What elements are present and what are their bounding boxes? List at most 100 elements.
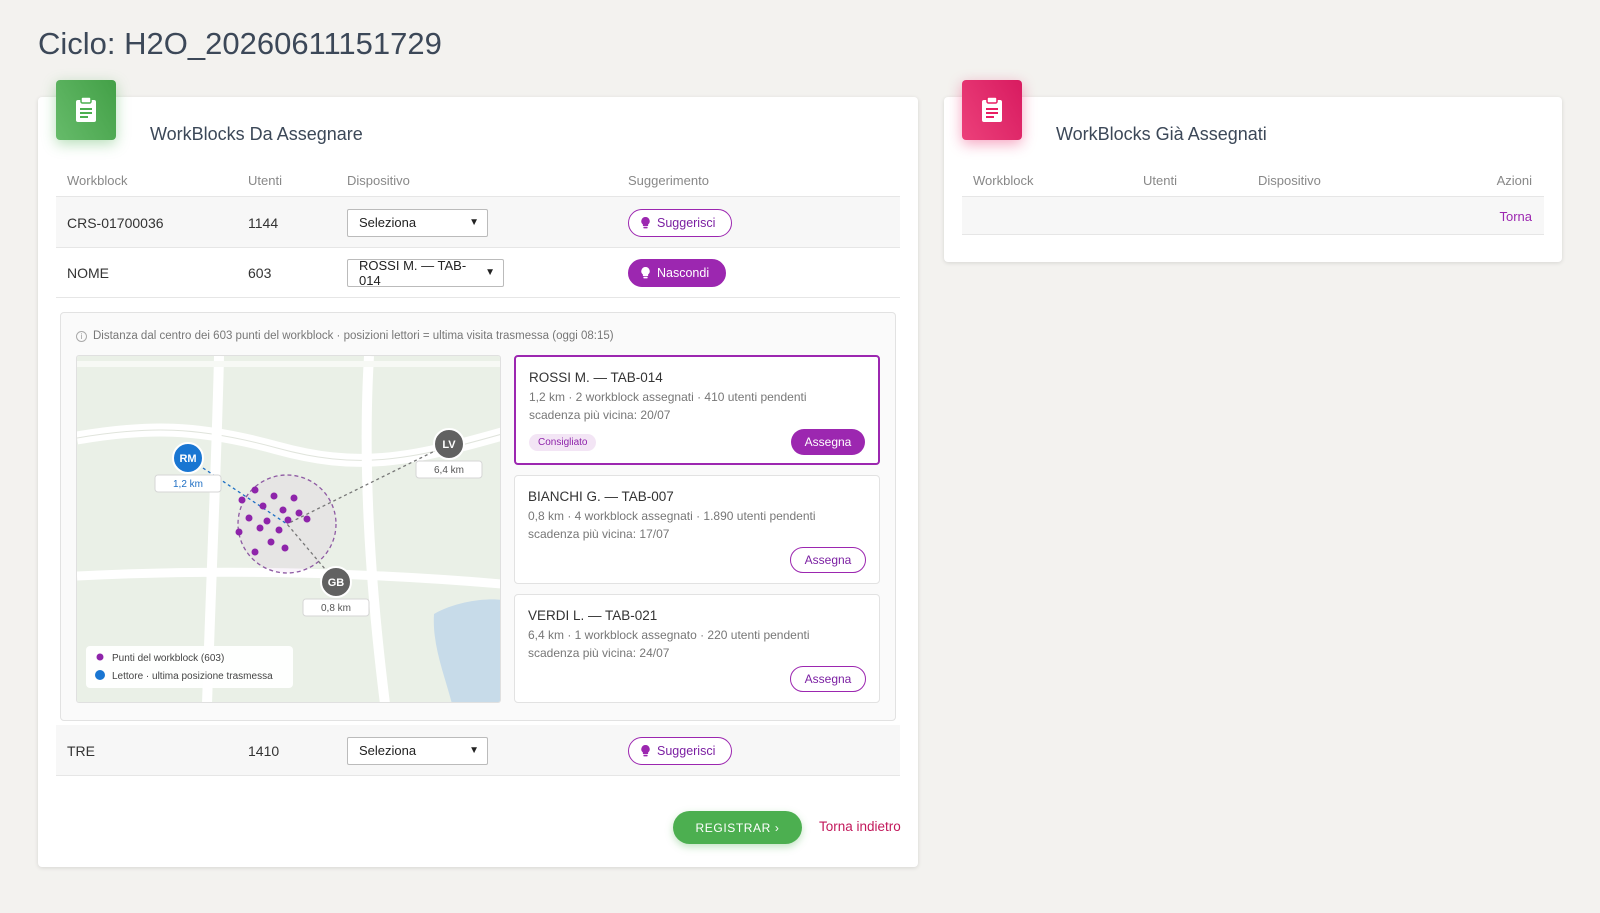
reader-distance: 0,8 km — [321, 603, 351, 614]
assigned-workblocks-card: WorkBlocks Già Assegnati Workblock Utent… — [944, 80, 1562, 262]
col-utenti: Utenti — [248, 173, 282, 188]
candidate-stats: 1,2 km · 2 workblock assegnati · 410 ute… — [529, 390, 807, 404]
table-row: TRE 1410 Seleziona ▼ Suggerisci — [56, 725, 900, 776]
info-icon: i — [76, 330, 87, 342]
workblock-point — [263, 517, 271, 525]
table-row — [962, 197, 1544, 235]
workblock-id: CRS-01700036 — [67, 214, 164, 231]
register-button[interactable]: REGISTRAR › — [673, 811, 802, 844]
reader-distance: 1,2 km — [173, 479, 203, 490]
col-suggerimento: Suggerimento — [628, 173, 709, 188]
suggest-label: Suggerisci — [657, 215, 716, 230]
device-select-value: Seleziona — [359, 743, 417, 758]
col-workblock: Workblock — [973, 173, 1034, 188]
panel-info: i Distanza dal centro dei 603 punti del … — [76, 330, 614, 342]
recommended-badge: Consigliato — [529, 434, 597, 451]
hide-cell: Nascondi — [628, 247, 727, 298]
utenti-count: 1144 — [248, 214, 279, 231]
table-header: Workblock Utenti Dispositivo Azioni — [962, 173, 1544, 197]
candidate-stats: 0,8 km · 4 workblock assegnati · 1.890 u… — [528, 509, 816, 523]
workblock-point — [235, 528, 243, 536]
unassigned-workblocks-card: WorkBlocks Da Assegnare Workblock Utenti… — [38, 80, 918, 867]
workblock-point — [259, 502, 267, 510]
table-row: CRS-01700036 1144 Seleziona ▼ Suggerisci — [56, 197, 900, 248]
reader-initials: GB — [328, 577, 345, 589]
suggest-button[interactable]: Suggerisci — [628, 208, 733, 237]
assign-button[interactable]: Assegna — [790, 666, 866, 692]
workblock-point — [256, 524, 264, 532]
workblock-id: TRE — [67, 742, 95, 759]
candidate-deadline: scadenza più vicina: 20/07 — [529, 408, 671, 422]
workblock-point — [270, 492, 278, 500]
candidate-stats: 6,4 km · 1 workblock assegnato · 220 ute… — [528, 628, 810, 642]
workblock-point — [284, 516, 292, 524]
suggestion-panel: i Distanza dal centro dei 603 punti del … — [60, 312, 896, 721]
col-utenti: Utenti — [1143, 173, 1177, 188]
clipboard-icon — [962, 80, 1022, 140]
device-select[interactable]: Seleziona ▼ — [347, 208, 488, 237]
col-dispositivo: Dispositivo — [347, 173, 410, 188]
map-canvas: RM 1,2 km LV 6,4 km GB 0,8 km Punti del workbl… — [77, 356, 500, 702]
chevron-down-icon: ▼ — [469, 745, 479, 756]
workblock-point — [251, 486, 259, 494]
workblock-point — [251, 548, 259, 556]
workblock-point — [267, 538, 275, 546]
map-legend: Punti del workblock (603) Lettore · ultim… — [86, 646, 293, 688]
candidate-name: VERDI L. — TAB-021 — [528, 608, 658, 623]
lightbulb-icon — [641, 216, 650, 228]
workblock-point — [238, 496, 246, 504]
assign-button[interactable]: Assegna — [790, 547, 866, 573]
lightbulb-icon — [641, 744, 650, 756]
panel-info-text: Distanza dal centro dei 603 punti del wo… — [93, 330, 614, 342]
workblock-point — [295, 509, 303, 517]
workblock-point — [275, 526, 283, 534]
legend-points-label: Punti del workblock (603) — [112, 653, 224, 664]
clipboard-icon — [56, 80, 116, 140]
device-select[interactable]: ROSSI M. — TAB-014 ▼ — [347, 257, 504, 288]
workblock-point — [303, 515, 311, 523]
candidate-deadline: scadenza più vicina: 17/07 — [528, 527, 670, 541]
return-link[interactable]: Torna — [1499, 209, 1532, 224]
candidate-card[interactable]: ROSSI M. — TAB-014 1,2 km · 2 workblock … — [514, 355, 880, 465]
back-link[interactable]: Torna indietro — [819, 819, 901, 834]
workblock-point — [281, 544, 289, 552]
workblock-point — [279, 506, 287, 514]
chevron-down-icon: ▼ — [469, 217, 479, 228]
suggest-label: Suggerisci — [657, 743, 716, 758]
col-dispositivo: Dispositivo — [1258, 173, 1321, 188]
candidate-name: ROSSI M. — TAB-014 — [529, 370, 663, 385]
table-row: NOME 603 ROSSI M. — TAB-014 ▼ Nascondi — [56, 247, 900, 298]
workblock-point — [290, 494, 298, 502]
workblock-point — [245, 514, 253, 522]
assign-button[interactable]: Assegna — [791, 429, 865, 455]
utenti-count: 1410 — [248, 742, 280, 759]
device-select[interactable]: Seleziona ▼ — [347, 736, 488, 765]
device-select-value: ROSSI M. — TAB-014 — [359, 257, 467, 288]
suggest-button[interactable]: Suggerisci — [628, 736, 733, 765]
reader-initials: RM — [179, 453, 196, 465]
candidate-name: BIANCHI G. — TAB-007 — [528, 489, 674, 504]
hide-label: Nascondi — [657, 265, 710, 280]
reader-initials: LV — [442, 439, 456, 451]
device-select-cell: ROSSI M. — TAB-014 ▼ — [347, 247, 504, 298]
card-title: WorkBlocks Da Assegnare — [150, 124, 363, 144]
lightbulb-icon — [641, 266, 650, 278]
device-select-cell: Seleziona ▼ — [347, 197, 488, 248]
page-title: Ciclo: H2O_20260611151729 — [38, 26, 442, 61]
reader-distance: 6,4 km — [434, 465, 464, 476]
card-title: WorkBlocks Già Assegnati — [1056, 124, 1267, 144]
device-select-value: Seleziona — [359, 215, 417, 230]
suggest-cell: Suggerisci — [628, 725, 733, 776]
candidate-card[interactable]: VERDI L. — TAB-021 6,4 km · 1 workblock … — [514, 594, 880, 703]
table-header: Workblock Utenti Dispositivo Suggeriment… — [56, 173, 900, 197]
suggest-cell: Suggerisci — [628, 197, 733, 248]
device-select-cell: Seleziona ▼ — [347, 725, 488, 776]
candidate-deadline: scadenza più vicina: 24/07 — [528, 646, 670, 660]
map[interactable]: RM 1,2 km LV 6,4 km GB 0,8 km Punti del workbl… — [76, 355, 501, 703]
utenti-count: 603 — [248, 264, 272, 281]
workblock-id: NOME — [67, 264, 109, 281]
hide-suggestions-button[interactable]: Nascondi — [628, 258, 727, 287]
col-azioni: Azioni — [1496, 173, 1532, 188]
col-workblock: Workblock — [67, 173, 128, 188]
candidate-card[interactable]: BIANCHI G. — TAB-007 0,8 km · 4 workbloc… — [514, 475, 880, 584]
